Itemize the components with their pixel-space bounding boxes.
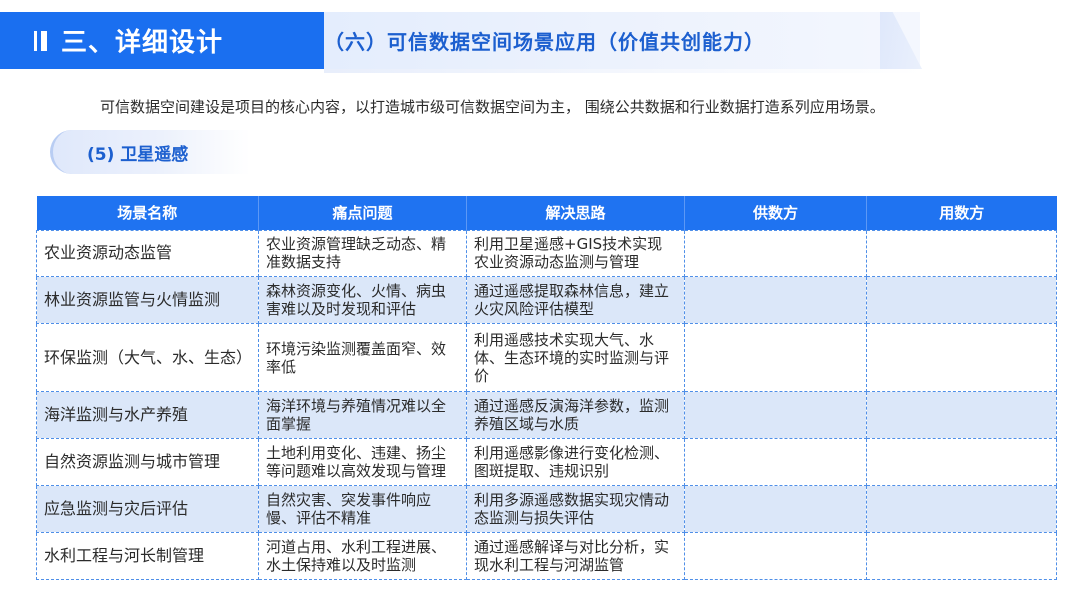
- cell-solution: 利用遥感技术实现大气、水体、生态环境的实时监测与评价: [466, 323, 685, 393]
- cell-solution: 通过遥感反演海洋参数，监测养殖区域与水质: [466, 391, 685, 439]
- cell-scenario-name: 水利工程与河长制管理: [36, 531, 259, 581]
- table-row: 应急监测与灾后评估 自然灾害、突发事件响应慢、评估不精准 利用多源遥感数据实现灾…: [36, 484, 1057, 533]
- category-tag: (5) 卫星遥感: [50, 130, 250, 174]
- cell-user: [866, 391, 1057, 439]
- cell-solution: 通过遥感提取森林信息，建立火灾风险评估模型: [466, 276, 685, 325]
- cell-user: [866, 531, 1057, 581]
- cell-scenario-name: 林业资源监管与火情监测: [36, 276, 259, 325]
- table-row: 环保监测（大气、水、生态） 环境污染监测覆盖面窄、效率低 利用遥感技术实现大气、…: [36, 323, 1057, 393]
- table-row: 水利工程与河长制管理 河道占用、水利工程进展、水土保持难以及时监测 通过遥感解译…: [36, 531, 1057, 581]
- cell-user: [866, 438, 1057, 486]
- cell-scenario-name: 海洋监测与水产养殖: [36, 391, 259, 439]
- intro-text: 可信数据空间建设是项目的核心内容，以打造城市级可信数据空间为主， 围绕公共数据和…: [100, 98, 885, 116]
- column-header-scenario: 场景名称: [36, 196, 259, 230]
- header-shadow: [324, 69, 924, 73]
- cell-solution: 利用遥感影像进行变化检测、图斑提取、违规识别: [466, 438, 685, 486]
- scenario-table: 场景名称 痛点问题 解决思路 供数方 用数方 农业资源动态监管 农业资源管理缺乏…: [36, 196, 1057, 581]
- subsection-title: （六）可信数据空间场景应用（价值共创能力）: [324, 30, 765, 54]
- cell-user: [866, 323, 1057, 393]
- section-bars-icon: [34, 30, 47, 51]
- cell-pain-point: 土地利用变化、违建、扬尘等问题难以高效发现与管理: [258, 438, 467, 486]
- column-header-supplier: 供数方: [684, 196, 867, 230]
- cell-scenario-name: 应急监测与灾后评估: [36, 484, 259, 533]
- column-header-user: 用数方: [866, 196, 1057, 230]
- cell-user: [866, 484, 1057, 533]
- subsection-header: （六）可信数据空间场景应用（价值共创能力）: [324, 12, 920, 69]
- cell-pain-point: 海洋环境与养殖情况难以全面掌握: [258, 391, 467, 439]
- table-row: 自然资源监测与城市管理 土地利用变化、违建、扬尘等问题难以高效发现与管理 利用遥…: [36, 438, 1057, 486]
- cell-pain-point: 农业资源管理缺乏动态、精准数据支持: [258, 229, 467, 278]
- scenario-table-container: 场景名称 痛点问题 解决思路 供数方 用数方 农业资源动态监管 农业资源管理缺乏…: [36, 196, 1057, 581]
- cell-supplier: [684, 323, 867, 393]
- table-row: 农业资源动态监管 农业资源管理缺乏动态、精准数据支持 利用卫星遥感+GIS技术实…: [36, 229, 1057, 278]
- cell-supplier: [684, 438, 867, 486]
- cell-supplier: [684, 276, 867, 325]
- section-header: 三、详细设计: [0, 12, 324, 69]
- section-title: 三、详细设计: [61, 28, 224, 58]
- cell-supplier: [684, 531, 867, 581]
- cell-solution: 利用卫星遥感+GIS技术实现 农业资源动态监测与管理: [466, 229, 685, 278]
- cell-user: [866, 229, 1057, 278]
- cell-supplier: [684, 484, 867, 533]
- category-tag-label: (5) 卫星遥感: [87, 144, 189, 165]
- cell-scenario-name: 农业资源动态监管: [36, 229, 259, 278]
- cell-solution: 利用多源遥感数据实现灾情动态监测与损失评估: [466, 484, 685, 533]
- cell-scenario-name: 环保监测（大气、水、生态）: [36, 323, 259, 393]
- table-row: 林业资源监管与火情监测 森林资源变化、火情、病虫害难以及时发现和评估 通过遥感提…: [36, 276, 1057, 325]
- cell-scenario-name: 自然资源监测与城市管理: [36, 438, 259, 486]
- cell-supplier: [684, 229, 867, 278]
- cell-pain-point: 自然灾害、突发事件响应慢、评估不精准: [258, 484, 467, 533]
- column-header-pain: 痛点问题: [258, 196, 467, 230]
- cell-supplier: [684, 391, 867, 439]
- cell-pain-point: 森林资源变化、火情、病虫害难以及时发现和评估: [258, 276, 467, 325]
- cell-pain-point: 河道占用、水利工程进展、水土保持难以及时监测: [258, 531, 467, 581]
- cell-pain-point: 环境污染监测覆盖面窄、效率低: [258, 323, 467, 393]
- cell-solution: 通过遥感解译与对比分析，实现水利工程与河湖监管: [466, 531, 685, 581]
- cell-user: [866, 276, 1057, 325]
- table-header-row: 场景名称 痛点问题 解决思路 供数方 用数方: [36, 196, 1057, 230]
- column-header-solution: 解决思路: [466, 196, 685, 230]
- table-row: 海洋监测与水产养殖 海洋环境与养殖情况难以全面掌握 通过遥感反演海洋参数，监测养…: [36, 391, 1057, 439]
